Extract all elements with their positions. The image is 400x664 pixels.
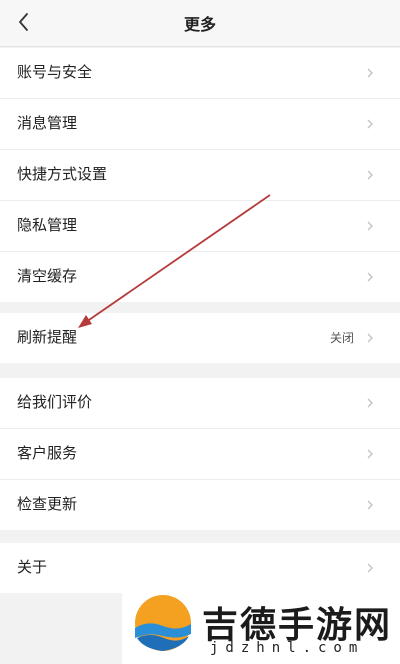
- row-label: 关于: [17, 558, 48, 576]
- chevron-right-icon: [367, 563, 373, 573]
- row-label: 清空缓存: [17, 267, 78, 285]
- row-label: 检查更新: [17, 495, 78, 513]
- row-rate-us[interactable]: 给我们评价: [0, 378, 400, 429]
- row-shortcut-settings[interactable]: 快捷方式设置: [0, 150, 400, 201]
- row-label: 消息管理: [17, 114, 78, 132]
- watermark-logo-icon: [135, 595, 191, 651]
- chevron-right-icon: [367, 500, 373, 510]
- row-label: 客户服务: [17, 444, 78, 462]
- row-account-security[interactable]: 账号与安全: [0, 48, 400, 99]
- watermark-url: jdzhnl.com: [210, 640, 365, 656]
- chevron-right-icon: [367, 221, 373, 231]
- row-label: 账号与安全: [17, 63, 93, 81]
- row-refresh-reminder[interactable]: 刷新提醒 关闭: [0, 313, 400, 363]
- settings-group-general: 账号与安全 消息管理 快捷方式设置 隐私管理 清空缓存: [0, 48, 400, 302]
- chevron-right-icon: [367, 68, 373, 78]
- page-title: 更多: [183, 15, 216, 34]
- chevron-right-icon: [367, 333, 373, 343]
- row-clear-cache[interactable]: 清空缓存: [0, 252, 400, 302]
- watermark: 吉德手游网 jdzhnl.com: [122, 580, 400, 664]
- header-bar: 更多: [0, 0, 400, 47]
- row-label: 快捷方式设置: [17, 165, 108, 183]
- row-label: 刷新提醒: [17, 328, 78, 346]
- settings-group-support: 给我们评价 客户服务 检查更新: [0, 378, 400, 530]
- refresh-reminder-value: 关闭: [329, 331, 354, 345]
- row-message-management[interactable]: 消息管理: [0, 99, 400, 150]
- row-check-updates[interactable]: 检查更新: [0, 480, 400, 530]
- chevron-right-icon: [367, 449, 373, 459]
- row-privacy-management[interactable]: 隐私管理: [0, 201, 400, 252]
- row-label: 给我们评价: [17, 393, 93, 411]
- chevron-right-icon: [367, 398, 373, 408]
- chevron-right-icon: [367, 119, 373, 129]
- chevron-right-icon: [367, 272, 373, 282]
- chevron-right-icon: [367, 170, 373, 180]
- row-customer-service[interactable]: 客户服务: [0, 429, 400, 480]
- row-label: 隐私管理: [17, 216, 78, 234]
- settings-group-refresh: 刷新提醒 关闭: [0, 313, 400, 363]
